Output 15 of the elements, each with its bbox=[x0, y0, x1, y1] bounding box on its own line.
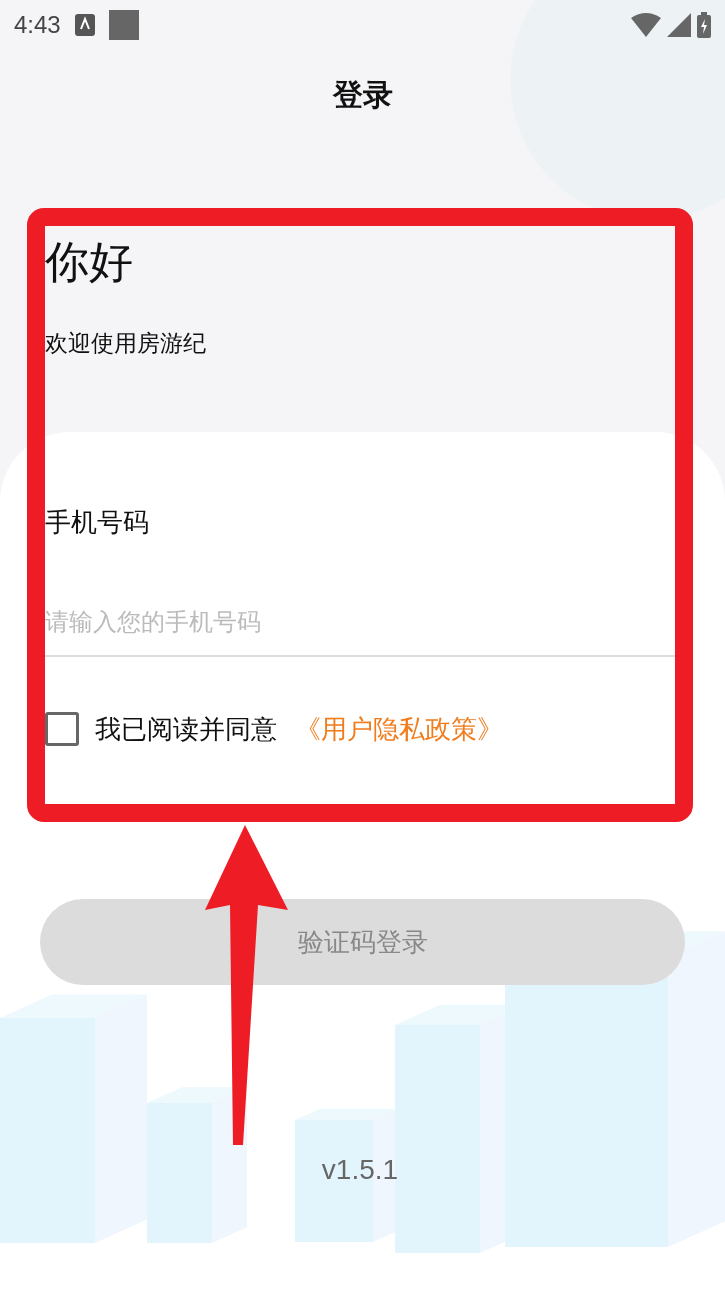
phone-field[interactable]: 请输入您的手机号码 bbox=[45, 589, 675, 657]
page-title: 登录 bbox=[332, 75, 393, 114]
notification-icon bbox=[74, 14, 95, 36]
greeting-text: 你好 bbox=[45, 235, 133, 289]
notification-icon bbox=[108, 10, 139, 40]
version-text: v1.5.1 bbox=[321, 1153, 399, 1187]
agree-text: 我已阅读并同意 bbox=[95, 712, 277, 746]
welcome-text: 欢迎使用房游纪 bbox=[45, 329, 206, 358]
battery-icon bbox=[697, 12, 711, 38]
phone-label: 手机号码 bbox=[45, 506, 149, 539]
privacy-policy-link[interactable]: 《用户隐私政策》 bbox=[295, 711, 503, 747]
agree-checkbox[interactable] bbox=[45, 712, 79, 746]
status-time: 4:43 bbox=[14, 11, 61, 39]
wifi-icon bbox=[631, 13, 661, 37]
signal-icon bbox=[667, 13, 691, 37]
